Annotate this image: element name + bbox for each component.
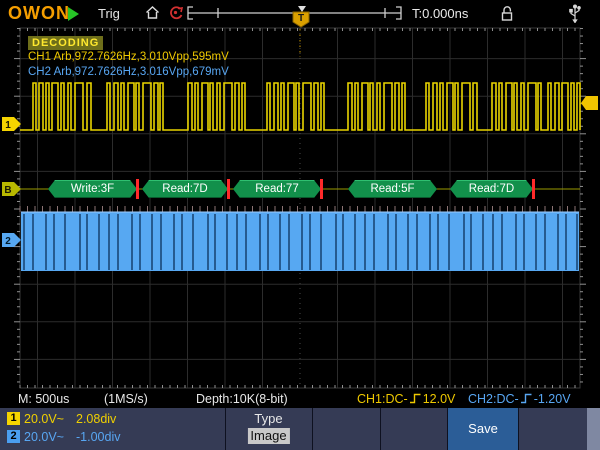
trigger-tag[interactable]: T <box>293 12 309 27</box>
ch1-scale-readout: 20.0V~ <box>24 412 64 426</box>
decode-frame: Write:3F <box>48 180 137 198</box>
ch2-waveform <box>21 212 579 271</box>
decode-frame: Read:5F <box>348 180 437 198</box>
menu-divider <box>518 408 519 450</box>
ch2-scale-readout: 20.0V~ <box>24 430 64 444</box>
type-value-selected[interactable]: Image <box>247 428 289 444</box>
decoding-badge: DECODING <box>28 36 103 50</box>
ch1-badge: 1 <box>7 412 20 425</box>
decode-error-mark <box>227 179 230 199</box>
ch1-waveform <box>20 83 580 130</box>
ch2-position-marker[interactable]: 2 <box>2 233 21 247</box>
svg-text:T: T <box>298 13 304 24</box>
decode-error-mark <box>532 179 535 199</box>
ch1-coupling-label: CH1:DC- <box>357 392 408 406</box>
timebase-readout: M: 500us <box>18 392 69 406</box>
decode-error-mark <box>136 179 139 199</box>
ch1-trigger-level: 12.0V <box>423 392 456 406</box>
decode-frame: Read:77 <box>233 180 321 198</box>
menu-type-cell[interactable]: Type Image <box>225 408 312 450</box>
save-button[interactable]: Save <box>448 408 518 450</box>
svg-text:1: 1 <box>5 120 11 131</box>
ch2-trigger-readout: CH2:DC- -1.20V <box>468 392 571 406</box>
menu-divider <box>312 408 313 450</box>
ch2-coupling-label: CH2:DC- <box>468 392 519 406</box>
svg-text:2: 2 <box>5 236 11 247</box>
decode-frames-row: Write:3F Read:7D Read:77 Read:5F Read:7D <box>0 180 600 200</box>
decode-error-mark <box>320 179 323 199</box>
rising-edge-icon <box>409 392 422 405</box>
status-bar: M: 500us (1MS/s) Depth:10K(8-bit) CH1:DC… <box>0 390 600 408</box>
ch2-measurement-readout: CH2 Arb,972.7626Hz,3.016Vpp,679mV <box>28 66 229 78</box>
ch2-trigger-level: -1.20V <box>534 392 571 406</box>
rising-edge-icon <box>520 392 533 405</box>
type-label: Type <box>225 411 312 426</box>
sample-rate-readout: (1MS/s) <box>104 392 148 406</box>
decode-frame: Read:7D <box>142 180 228 198</box>
bottom-menu: 1 20.0V~ 2.08div 2 20.0V~ -1.00div Type … <box>0 408 600 450</box>
menu-divider <box>380 408 381 450</box>
ch2-badge: 2 <box>7 430 20 443</box>
ch1-trigger-readout: CH1:DC- 12.0V <box>357 392 455 406</box>
ch1-measurement-readout: CH1 Arb,972.7626Hz,3.010Vpp,595mV <box>28 51 229 63</box>
decode-frame: Read:7D <box>450 180 533 198</box>
menu-side-strip <box>587 408 600 450</box>
oscilloscope-screen: OWON Trig T:0.000ns <box>0 0 600 450</box>
ch2-offset-readout: -1.00div <box>76 430 120 444</box>
trigger-level-arrow[interactable] <box>581 96 598 110</box>
ch1-offset-readout: 2.08div <box>76 412 116 426</box>
memory-depth-readout: Depth:10K(8-bit) <box>196 392 288 406</box>
